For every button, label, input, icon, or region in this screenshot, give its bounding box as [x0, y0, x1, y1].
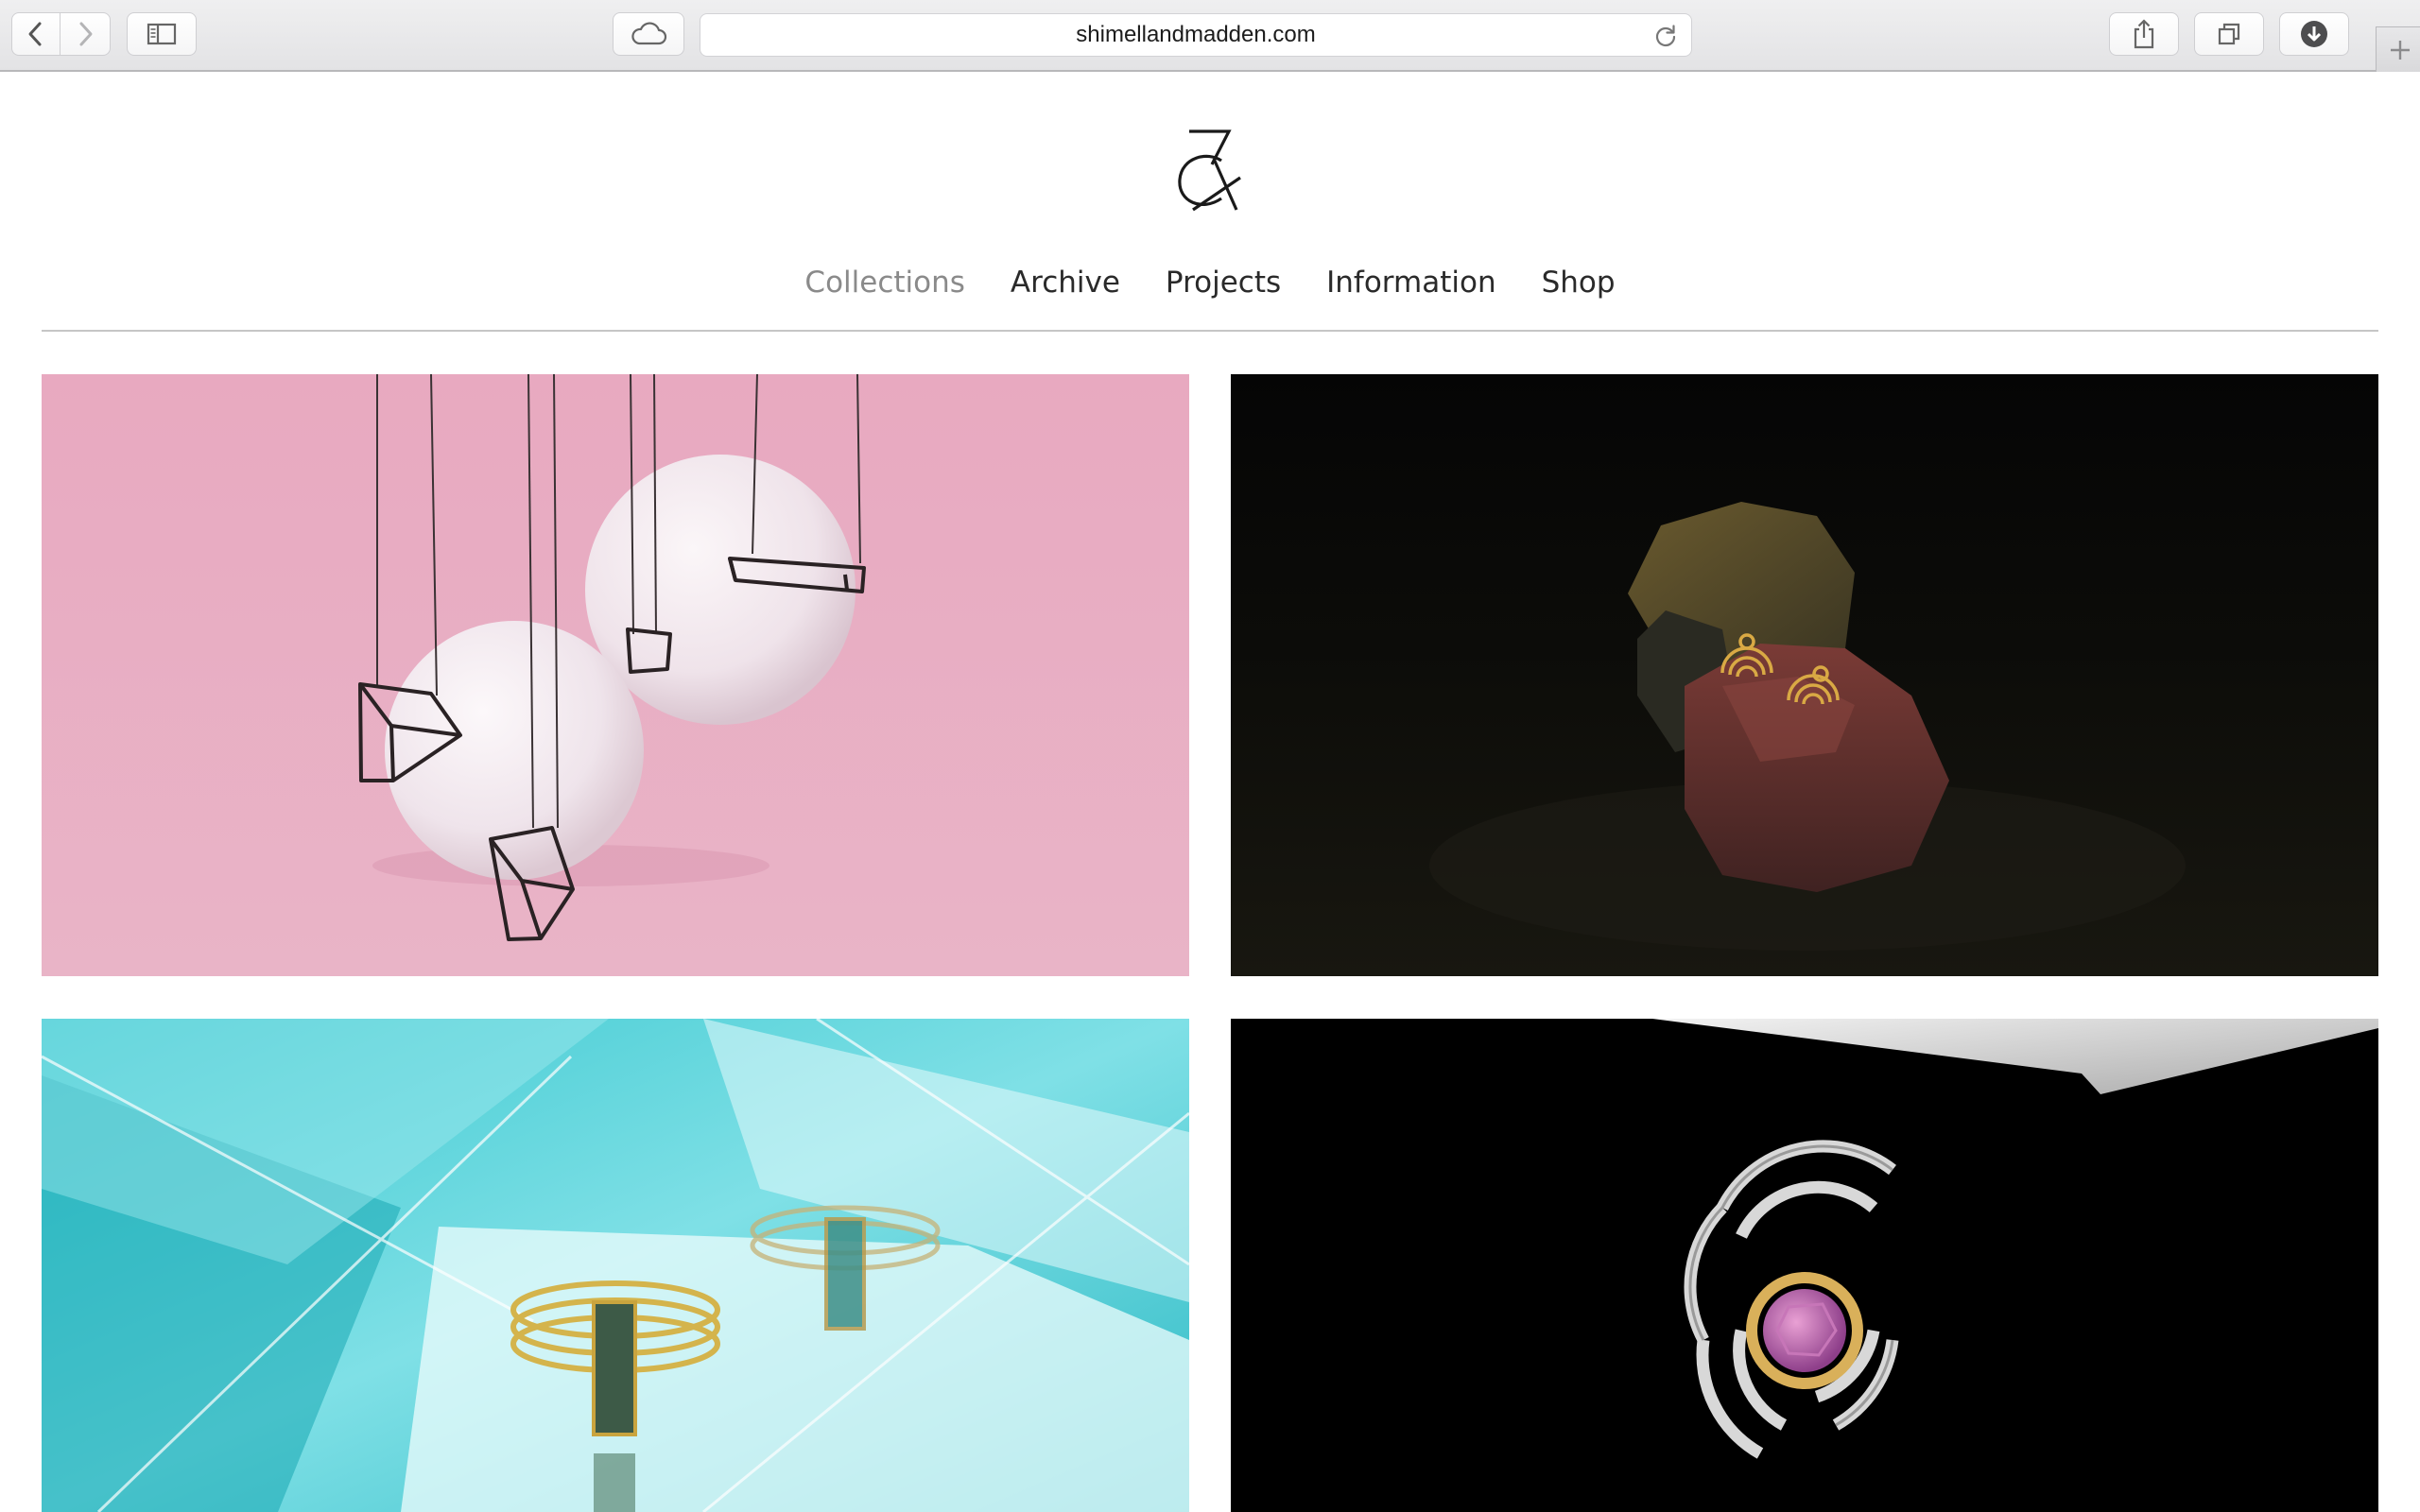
tabs-icon [2218, 23, 2240, 45]
share-icon [2134, 19, 2154, 49]
browser-toolbar: shimellandmadden.com [0, 0, 2420, 72]
plus-icon [2390, 40, 2410, 60]
ampersand-logo[interactable] [1165, 127, 1255, 217]
collection-tile-turquoise-rings[interactable] [42, 1019, 1189, 1512]
nav-item-collections[interactable]: Collections [804, 259, 965, 306]
downloads-button[interactable] [2279, 12, 2349, 56]
icloud-tabs-button[interactable] [613, 12, 684, 56]
download-icon [2301, 21, 2327, 47]
nav-item-archive[interactable]: Archive [1011, 259, 1120, 306]
share-button[interactable] [2109, 12, 2179, 56]
show-all-tabs-button[interactable] [2194, 12, 2264, 56]
collection-tile-pink-spheres[interactable] [42, 374, 1189, 976]
nav-item-projects[interactable]: Projects [1166, 259, 1281, 306]
header-divider [42, 330, 2378, 332]
pendants-image [42, 374, 1189, 976]
back-icon [28, 22, 42, 46]
reload-icon[interactable] [1653, 24, 1678, 48]
main-nav: Collections Archive Projects Information… [0, 259, 2420, 306]
cloud-icon [631, 22, 667, 45]
nav-item-shop[interactable]: Shop [1542, 259, 1616, 306]
forward-icon [79, 22, 93, 46]
earrings-image [1231, 374, 2378, 976]
rings-image [42, 1019, 1189, 1512]
collection-tile-rocks-earrings[interactable] [1231, 374, 2378, 976]
brooch-image [1231, 1019, 2378, 1512]
sidebar-button[interactable] [127, 12, 197, 56]
new-tab-button[interactable] [2376, 26, 2420, 72]
back-button[interactable] [11, 12, 60, 56]
sidebar-icon [147, 23, 177, 45]
address-bar[interactable]: shimellandmadden.com [700, 13, 1692, 57]
url-text: shimellandmadden.com [1076, 22, 1316, 47]
forward-button[interactable] [60, 12, 111, 56]
collection-tile-silver-brooch[interactable] [1231, 1019, 2378, 1512]
nav-item-information[interactable]: Information [1326, 259, 1495, 306]
